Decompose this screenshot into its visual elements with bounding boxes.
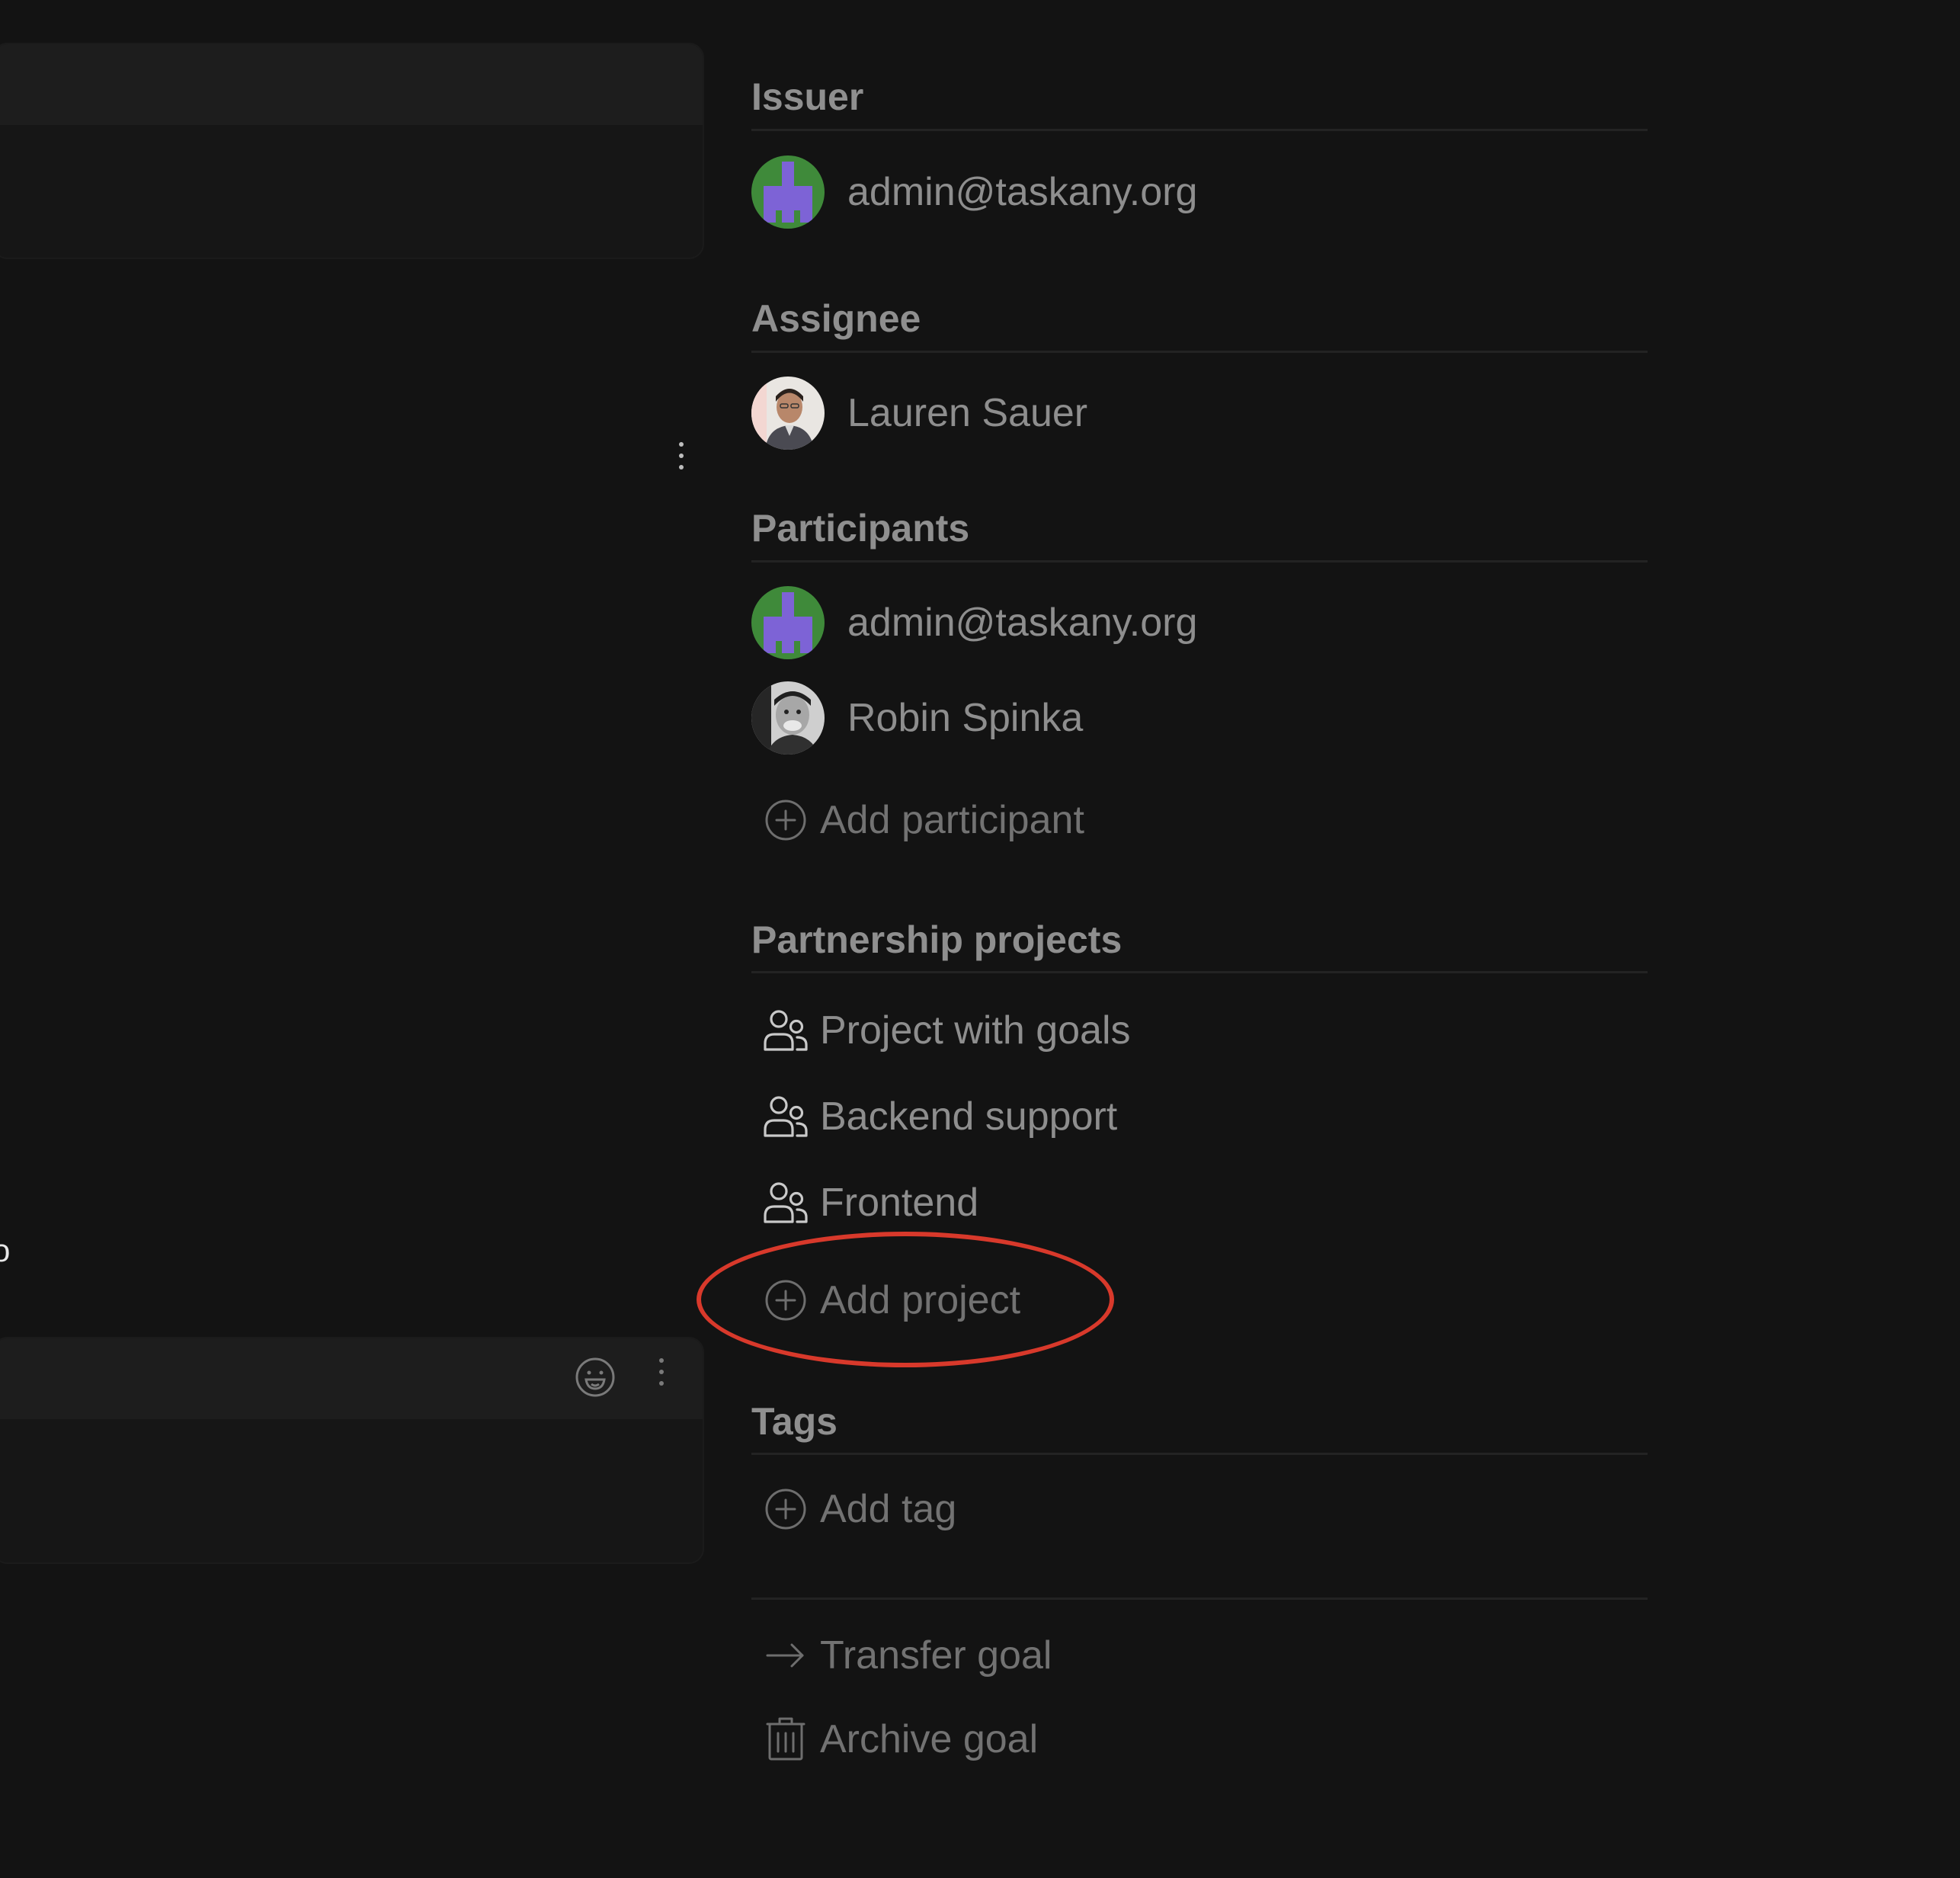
issuer-title: Issuer <box>751 75 864 118</box>
truncated-text: o <box>0 1232 11 1268</box>
projects-title: Partnership projects <box>751 918 1123 961</box>
issuer-name: admin@taskany.org <box>847 170 1198 214</box>
project-item[interactable]: Frontend <box>751 1165 978 1241</box>
participant-name: admin@taskany.org <box>847 601 1198 645</box>
comment-card-header <box>0 44 703 125</box>
transfer-goal-label: Transfer goal <box>820 1633 1052 1678</box>
add-project-button[interactable]: Add project <box>751 1262 1020 1338</box>
section-divider <box>751 351 1648 353</box>
comment-card-bottom <box>0 1337 704 1564</box>
project-item[interactable]: Project with goals <box>751 992 1131 1069</box>
plus-circle-icon <box>751 1475 820 1543</box>
users-icon <box>751 1082 820 1151</box>
comment-card-top <box>0 43 704 259</box>
project-item[interactable]: Backend support <box>751 1078 1117 1155</box>
tags-title: Tags <box>751 1400 837 1443</box>
pixel-avatar-icon <box>751 155 825 229</box>
comment-card-header <box>0 1338 703 1419</box>
users-icon <box>751 996 820 1065</box>
section-divider <box>751 560 1648 562</box>
plus-circle-icon <box>751 786 820 854</box>
participant-item[interactable]: admin@taskany.org <box>751 585 1197 661</box>
add-participant-label: Add participant <box>820 798 1084 842</box>
plus-circle-icon <box>751 1266 820 1335</box>
photo-avatar <box>751 681 825 755</box>
participants-title: Participants <box>751 507 970 550</box>
add-tag-label: Add tag <box>820 1487 957 1531</box>
assignee-user[interactable]: Lauren Sauer <box>751 375 1087 451</box>
project-name: Backend support <box>820 1094 1118 1139</box>
add-tag-button[interactable]: Add tag <box>751 1471 956 1547</box>
participant-item[interactable]: Robin Spinka <box>751 680 1083 756</box>
arrow-right-icon <box>751 1621 820 1690</box>
transfer-goal-button[interactable]: Transfer goal <box>751 1617 1052 1694</box>
issuer-user[interactable]: admin@taskany.org <box>751 154 1197 230</box>
section-divider <box>751 971 1648 973</box>
participant-name: Robin Spinka <box>847 696 1084 740</box>
emoji-reaction-icon[interactable] <box>575 1357 616 1398</box>
add-participant-button[interactable]: Add participant <box>751 782 1084 858</box>
comment-more-options-icon[interactable] <box>654 1358 669 1386</box>
more-options-icon[interactable] <box>674 442 689 470</box>
assignee-title: Assignee <box>751 297 921 340</box>
section-divider <box>751 1453 1648 1455</box>
project-name: Project with goals <box>820 1008 1131 1053</box>
archive-goal-label: Archive goal <box>820 1717 1039 1761</box>
users-icon <box>751 1168 820 1237</box>
trash-icon <box>751 1705 820 1774</box>
add-project-label: Add project <box>820 1278 1021 1322</box>
section-divider <box>751 1598 1648 1600</box>
section-divider <box>751 129 1648 131</box>
archive-goal-button[interactable]: Archive goal <box>751 1701 1038 1777</box>
project-name: Frontend <box>820 1181 979 1225</box>
photo-avatar <box>751 377 825 450</box>
pixel-avatar-icon <box>751 586 825 659</box>
assignee-name: Lauren Sauer <box>847 391 1088 435</box>
